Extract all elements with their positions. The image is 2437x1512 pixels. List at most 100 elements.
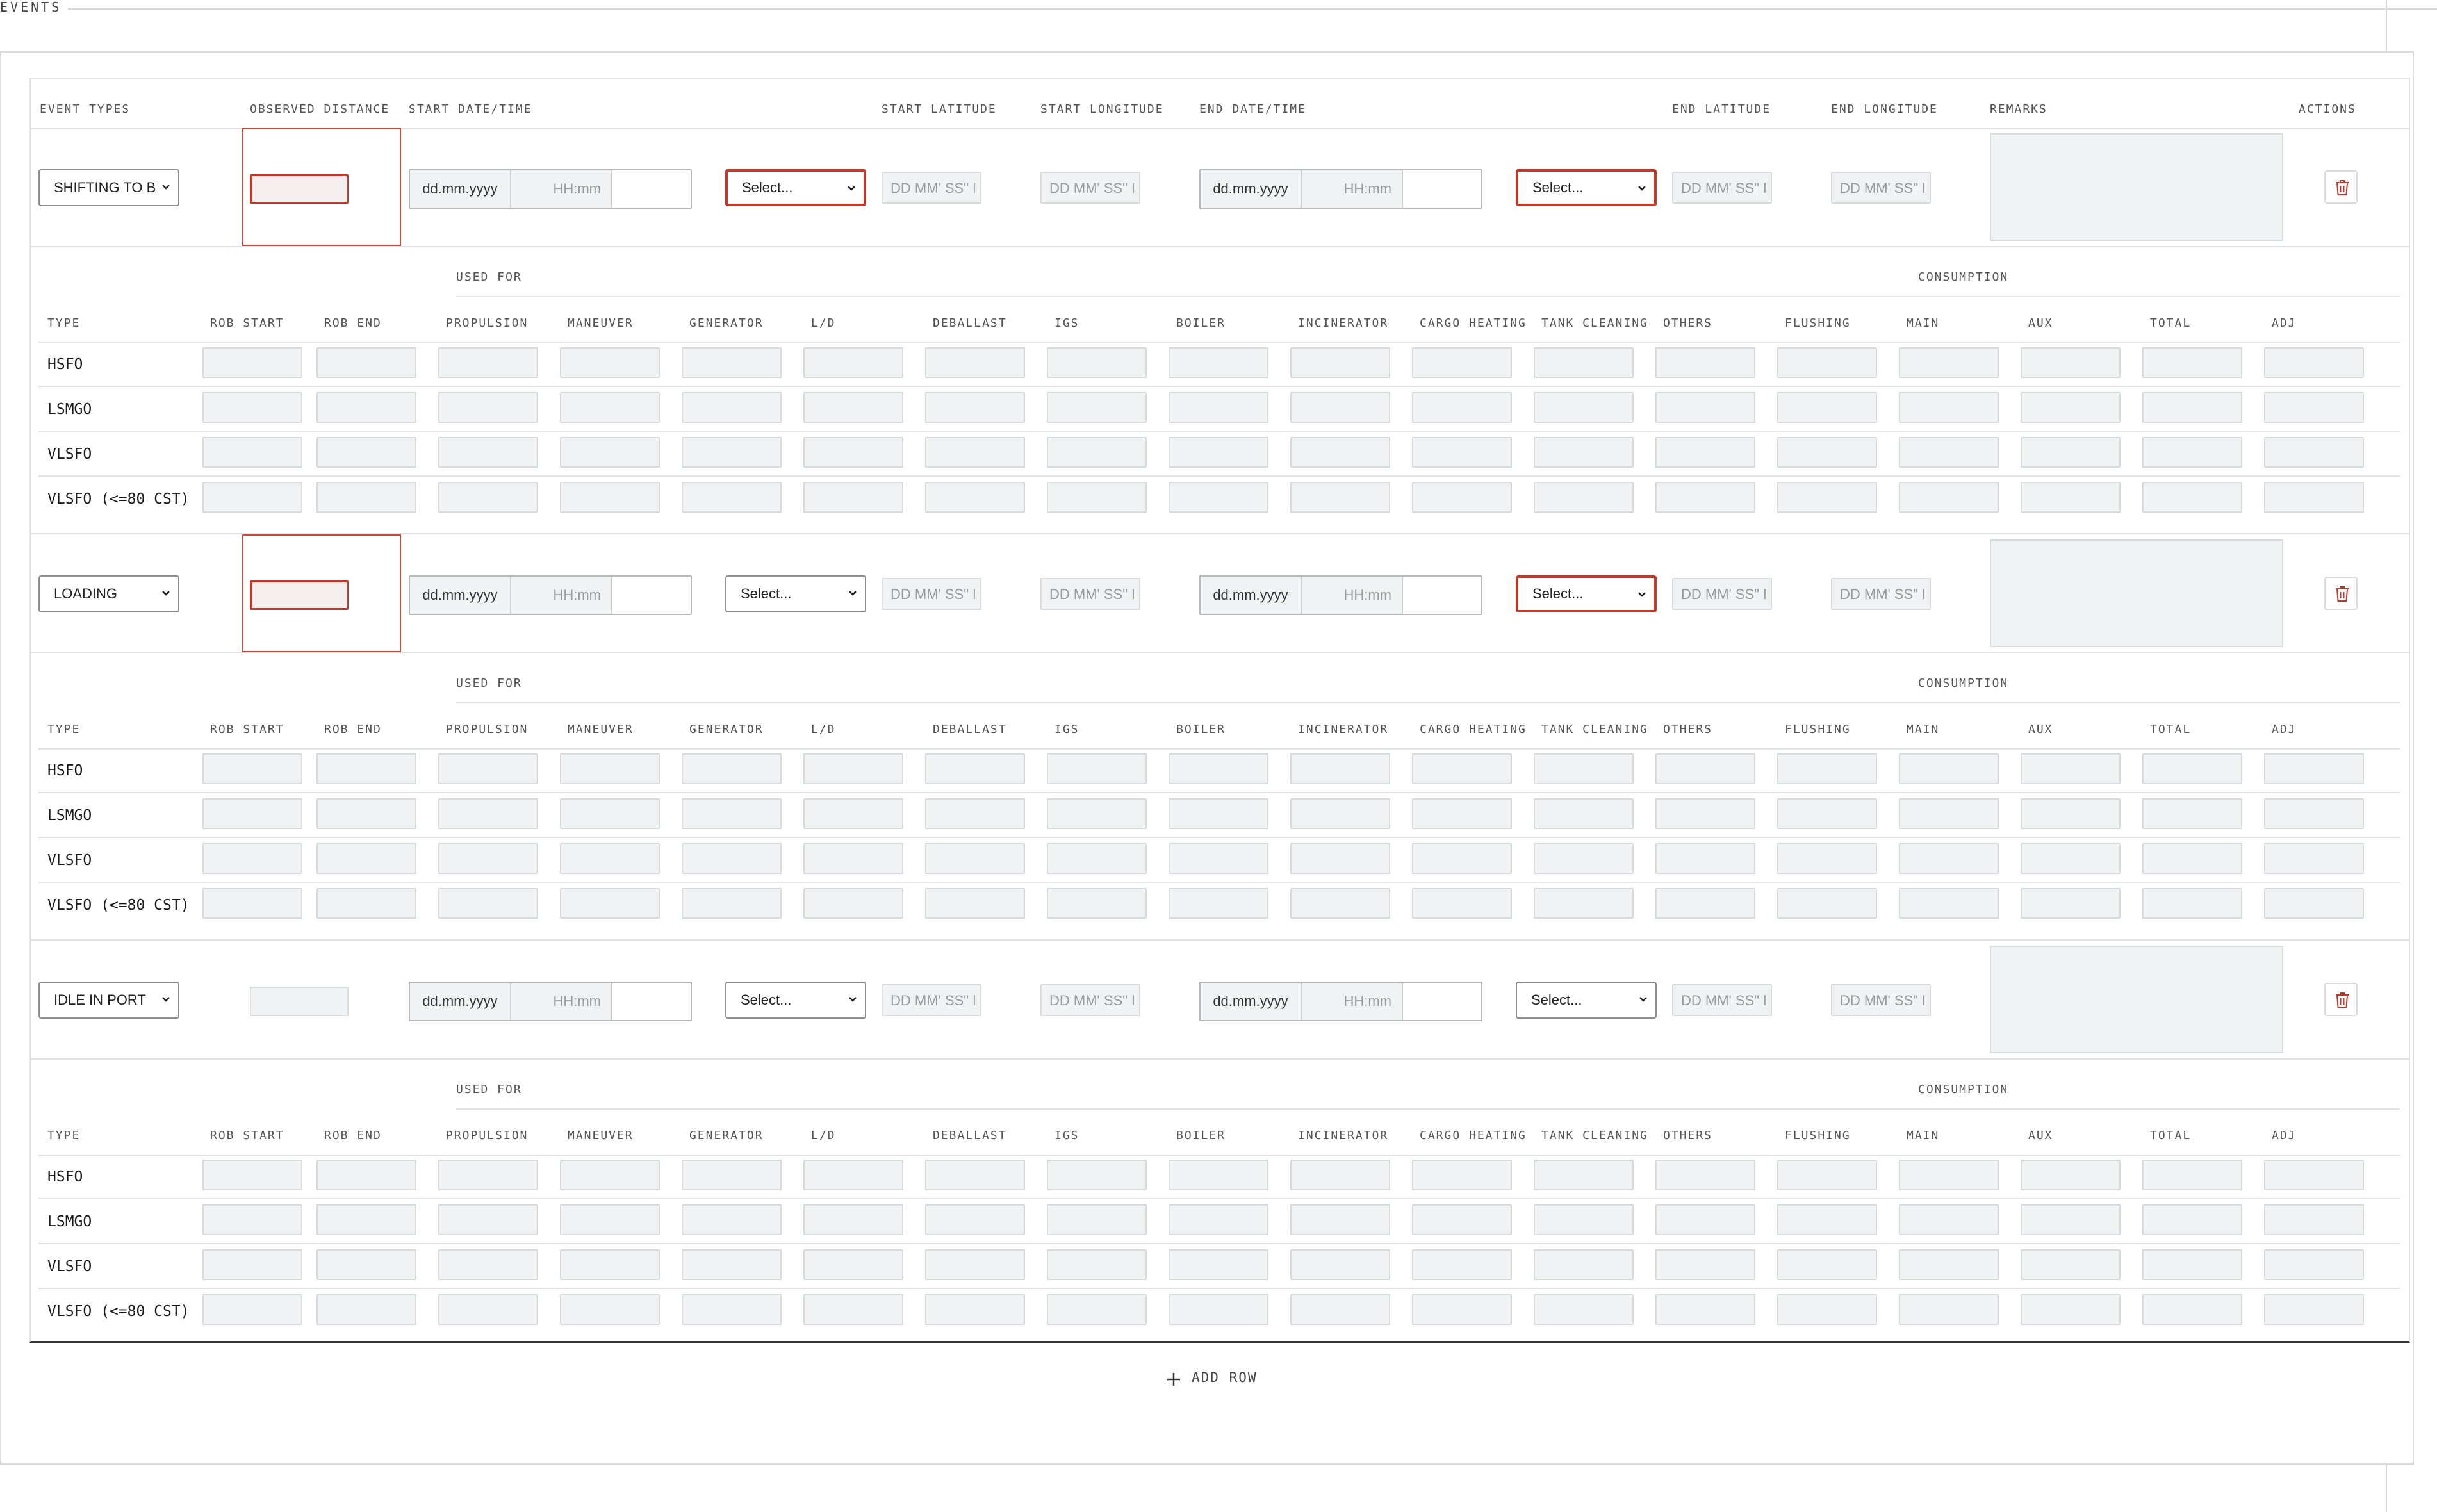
- fuel-value-input[interactable]: [202, 843, 302, 874]
- fuel-value-input[interactable]: [1655, 437, 1755, 468]
- fuel-value-input[interactable]: [925, 347, 1025, 378]
- end-date-field[interactable]: dd.mm.yyyy: [1201, 983, 1302, 1020]
- start-position-select[interactable]: Select...: [725, 982, 866, 1019]
- fuel-value-input[interactable]: [202, 1204, 302, 1235]
- fuel-value-input[interactable]: [202, 1160, 302, 1190]
- fuel-value-input[interactable]: [560, 347, 660, 378]
- fuel-value-input[interactable]: [438, 843, 538, 874]
- end-position-select[interactable]: Select...: [1516, 982, 1657, 1019]
- fuel-value-input[interactable]: [803, 888, 903, 919]
- fuel-value-input[interactable]: [1655, 798, 1755, 829]
- fuel-value-input[interactable]: [925, 1160, 1025, 1190]
- fuel-value-input[interactable]: [438, 437, 538, 468]
- fuel-value-input[interactable]: [1534, 1249, 1634, 1280]
- fuel-value-input[interactable]: [1290, 1160, 1390, 1190]
- fuel-value-input[interactable]: [1290, 437, 1390, 468]
- fuel-value-input[interactable]: [803, 347, 903, 378]
- fuel-value-input[interactable]: [1412, 437, 1512, 468]
- fuel-value-input[interactable]: [438, 798, 538, 829]
- fuel-value-input[interactable]: [1655, 753, 1755, 784]
- fuel-value-input[interactable]: [1899, 1294, 1999, 1325]
- fuel-value-input[interactable]: [1899, 482, 1999, 513]
- fuel-value-input[interactable]: [316, 843, 416, 874]
- fuel-value-input[interactable]: [316, 347, 416, 378]
- fuel-value-input[interactable]: [2264, 392, 2364, 423]
- fuel-value-input[interactable]: [2142, 347, 2242, 378]
- fuel-value-input[interactable]: [202, 437, 302, 468]
- fuel-value-input[interactable]: [1047, 753, 1147, 784]
- fuel-value-input[interactable]: [2021, 437, 2121, 468]
- start-date-field[interactable]: dd.mm.yyyy: [410, 577, 511, 614]
- fuel-value-input[interactable]: [202, 392, 302, 423]
- fuel-value-input[interactable]: [202, 1249, 302, 1280]
- fuel-value-input[interactable]: [1655, 1294, 1755, 1325]
- fuel-value-input[interactable]: [925, 392, 1025, 423]
- fuel-value-input[interactable]: [2021, 347, 2121, 378]
- fuel-value-input[interactable]: [1290, 482, 1390, 513]
- fuel-value-input[interactable]: [1777, 347, 1877, 378]
- fuel-value-input[interactable]: [1777, 1204, 1877, 1235]
- fuel-value-input[interactable]: [1777, 753, 1877, 784]
- fuel-value-input[interactable]: [925, 437, 1025, 468]
- fuel-value-input[interactable]: [2264, 437, 2364, 468]
- fuel-value-input[interactable]: [1655, 392, 1755, 423]
- fuel-value-input[interactable]: [1412, 1204, 1512, 1235]
- end-position-select[interactable]: Select...: [1516, 169, 1657, 206]
- fuel-value-input[interactable]: [2142, 482, 2242, 513]
- event-type-select[interactable]: LOADING: [38, 575, 179, 612]
- fuel-value-input[interactable]: [2021, 798, 2121, 829]
- fuel-value-input[interactable]: [2264, 798, 2364, 829]
- fuel-value-input[interactable]: [1534, 843, 1634, 874]
- fuel-value-input[interactable]: [1047, 482, 1147, 513]
- fuel-value-input[interactable]: [1534, 1294, 1634, 1325]
- fuel-value-input[interactable]: [1290, 392, 1390, 423]
- fuel-value-input[interactable]: [1169, 1249, 1268, 1280]
- fuel-value-input[interactable]: [1534, 753, 1634, 784]
- remarks-textarea[interactable]: [1990, 946, 2283, 1053]
- start-longitude-input[interactable]: DD MM' SS" E: [1040, 984, 1140, 1016]
- fuel-value-input[interactable]: [1290, 347, 1390, 378]
- event-type-select[interactable]: SHIFTING TO B: [38, 169, 179, 206]
- fuel-value-input[interactable]: [1047, 1160, 1147, 1190]
- fuel-value-input[interactable]: [2264, 347, 2364, 378]
- start-longitude-input[interactable]: DD MM' SS" E: [1040, 578, 1140, 610]
- fuel-value-input[interactable]: [682, 753, 782, 784]
- fuel-value-input[interactable]: [438, 482, 538, 513]
- fuel-value-input[interactable]: [1169, 482, 1268, 513]
- fuel-value-input[interactable]: [1169, 1160, 1268, 1190]
- fuel-value-input[interactable]: [1047, 1204, 1147, 1235]
- fuel-value-input[interactable]: [682, 1160, 782, 1190]
- fuel-value-input[interactable]: [438, 1249, 538, 1280]
- fuel-value-input[interactable]: [1169, 1204, 1268, 1235]
- fuel-value-input[interactable]: [202, 798, 302, 829]
- fuel-value-input[interactable]: [202, 482, 302, 513]
- fuel-value-input[interactable]: [1777, 1160, 1877, 1190]
- fuel-value-input[interactable]: [1047, 437, 1147, 468]
- end-time-field[interactable]: HH:mm: [1302, 170, 1403, 208]
- fuel-value-input[interactable]: [316, 798, 416, 829]
- fuel-value-input[interactable]: [2021, 1204, 2121, 1235]
- fuel-value-input[interactable]: [316, 1294, 416, 1325]
- fuel-value-input[interactable]: [438, 392, 538, 423]
- fuel-value-input[interactable]: [560, 1160, 660, 1190]
- fuel-value-input[interactable]: [1534, 888, 1634, 919]
- delete-row-button[interactable]: [2324, 170, 2358, 204]
- fuel-value-input[interactable]: [803, 753, 903, 784]
- fuel-value-input[interactable]: [316, 437, 416, 468]
- fuel-value-input[interactable]: [2264, 888, 2364, 919]
- fuel-value-input[interactable]: [1899, 1204, 1999, 1235]
- fuel-value-input[interactable]: [1169, 843, 1268, 874]
- fuel-value-input[interactable]: [1899, 347, 1999, 378]
- start-latitude-input[interactable]: DD MM' SS" N: [882, 578, 981, 610]
- fuel-value-input[interactable]: [316, 1249, 416, 1280]
- fuel-value-input[interactable]: [1655, 1204, 1755, 1235]
- fuel-value-input[interactable]: [438, 1204, 538, 1235]
- fuel-value-input[interactable]: [925, 1249, 1025, 1280]
- fuel-value-input[interactable]: [1534, 1204, 1634, 1235]
- fuel-value-input[interactable]: [438, 753, 538, 784]
- fuel-value-input[interactable]: [1534, 798, 1634, 829]
- fuel-value-input[interactable]: [1412, 347, 1512, 378]
- fuel-value-input[interactable]: [202, 347, 302, 378]
- end-latitude-input[interactable]: DD MM' SS" N: [1672, 578, 1772, 610]
- fuel-value-input[interactable]: [1047, 888, 1147, 919]
